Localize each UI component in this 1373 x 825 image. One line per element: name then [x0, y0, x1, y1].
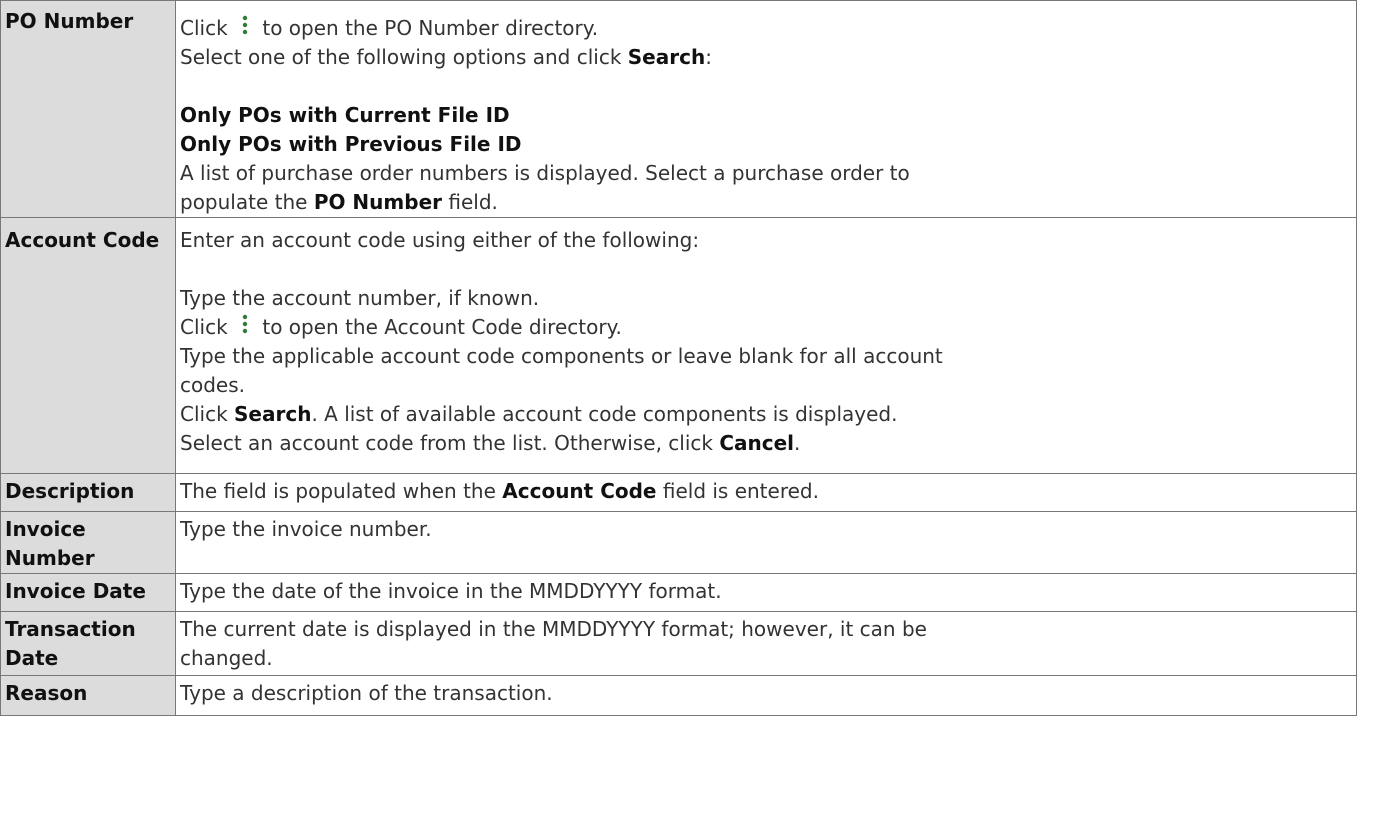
field-description-invoice-number: Type the invoice number. — [175, 511, 1357, 574]
table-row: Description The field is populated when … — [0, 473, 1357, 512]
field-description-account-code: Enter an account code using either of th… — [175, 217, 1357, 474]
field-description-table: PO Number Click to open the PO Number di… — [0, 0, 1357, 716]
table-row: Invoice Date Type the date of the invoic… — [0, 573, 1357, 612]
field-label-reason: Reason — [0, 675, 176, 716]
field-description-description: The field is populated when the Account … — [175, 473, 1357, 512]
field-label-invoice-date: Invoice Date — [0, 573, 176, 612]
field-label-invoice-number: Invoice Number — [0, 511, 176, 574]
field-description-transaction-date: The current date is displayed in the MMD… — [175, 611, 1357, 676]
vertical-ellipsis-icon[interactable] — [234, 14, 256, 36]
table-row: Reason Type a description of the transac… — [0, 675, 1357, 716]
field-description-po-number: Click to open the PO Number directory. S… — [175, 0, 1357, 218]
table-row: Account Code Enter an account code using… — [0, 217, 1357, 474]
table-row: Transaction Date The current date is dis… — [0, 611, 1357, 676]
table-row: PO Number Click to open the PO Number di… — [0, 0, 1357, 218]
table-row: Invoice Number Type the invoice number. — [0, 511, 1357, 574]
vertical-ellipsis-icon[interactable] — [234, 313, 256, 335]
option-previous-file-id: Only POs with Previous File ID — [180, 132, 522, 156]
field-description-reason: Type a description of the transaction. — [175, 675, 1357, 716]
field-description-invoice-date: Type the date of the invoice in the MMDD… — [175, 573, 1357, 612]
option-current-file-id: Only POs with Current File ID — [180, 103, 510, 127]
field-label-account-code: Account Code — [0, 217, 176, 474]
field-label-po-number: PO Number — [0, 0, 176, 218]
field-label-description: Description — [0, 473, 176, 512]
field-label-transaction-date: Transaction Date — [0, 611, 176, 676]
